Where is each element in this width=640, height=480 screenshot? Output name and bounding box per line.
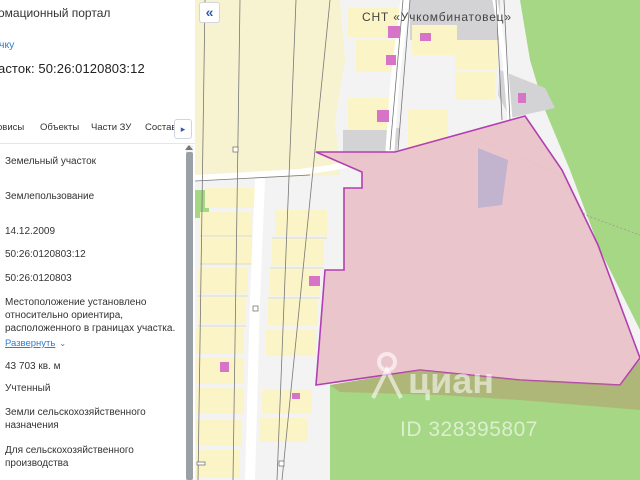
building [292, 393, 300, 399]
lot [196, 328, 244, 354]
info-row-quarter: 50:26:0120803 [5, 273, 72, 284]
info-panel: омационный портал чку асток: 50:26:01208… [0, 0, 195, 480]
chevron-down-icon: ⌄ [59, 339, 67, 348]
lot [455, 40, 497, 70]
lot [266, 330, 316, 356]
tab-services[interactable]: рвисы [0, 122, 24, 133]
info-row-object-type: Земельный участок [5, 156, 97, 167]
lot [198, 298, 246, 324]
parcel-title: асток: 50:26:0120803:12 [0, 61, 145, 76]
chevron-right-icon: ▸ [180, 124, 186, 134]
double-chevron-left-icon: « [205, 4, 214, 20]
info-row-status: Учтенный [5, 383, 51, 394]
info-row-category-line1: Земли сельскохозяйственного [5, 407, 146, 418]
info-row-location-line2: относительно ориентира, [5, 310, 124, 321]
lot [198, 268, 248, 294]
tab-composition[interactable]: Состав [145, 122, 176, 133]
lot [260, 418, 308, 442]
building [377, 110, 389, 122]
lot [268, 300, 318, 326]
building [420, 33, 431, 41]
lot [200, 212, 252, 236]
info-row-location-line3: расположенного в границах участка. [5, 323, 176, 334]
expand-label: Развернуть [5, 338, 56, 349]
cadastral-map [195, 0, 640, 480]
lot [455, 72, 495, 100]
info-row-usage-line2: производства [5, 458, 69, 469]
info-row-subtype: Землепользование [5, 191, 95, 202]
building [388, 26, 400, 38]
info-row-location-line1: Местоположение установлено [5, 297, 147, 308]
lot [275, 210, 327, 236]
tab-bar: рвисы Объекты Части ЗУ Состав ▸ [0, 116, 195, 142]
tab-divider [0, 143, 195, 144]
tabs-next-button[interactable]: ▸ [174, 119, 192, 139]
scrollbar-thumb[interactable] [186, 152, 193, 480]
info-row-cadastral-number: 50:26:0120803:12 [5, 249, 86, 260]
lot [272, 240, 324, 266]
info-row-area: 43 703 кв. м [5, 361, 61, 372]
building [386, 55, 396, 65]
lot [262, 390, 312, 414]
tab-parts[interactable]: Части ЗУ [91, 122, 131, 133]
lot [412, 25, 457, 55]
building [309, 276, 320, 286]
collapse-panel-button[interactable]: « [199, 2, 220, 23]
map-view[interactable]: циан ID 328395807 [195, 0, 640, 480]
lot [205, 188, 255, 208]
building [220, 362, 229, 372]
lot [196, 420, 242, 446]
building [518, 93, 526, 103]
info-row-usage-line1: Для сельскохозяйственного [5, 445, 134, 456]
tab-objects[interactable]: Объекты [40, 122, 79, 133]
info-row-date: 14.12.2009 [5, 226, 56, 237]
expand-link[interactable]: Развернуть ⌄ [5, 338, 66, 349]
lot [200, 238, 252, 264]
back-link[interactable]: чку [0, 39, 14, 51]
scroll-up-arrow-icon[interactable] [185, 145, 193, 150]
lot [196, 388, 244, 414]
info-row-category-line2: назначения [5, 420, 59, 431]
portal-title: омационный портал [0, 6, 111, 20]
settlement-label: СНТ «Учкомбинатовец» [362, 10, 512, 24]
